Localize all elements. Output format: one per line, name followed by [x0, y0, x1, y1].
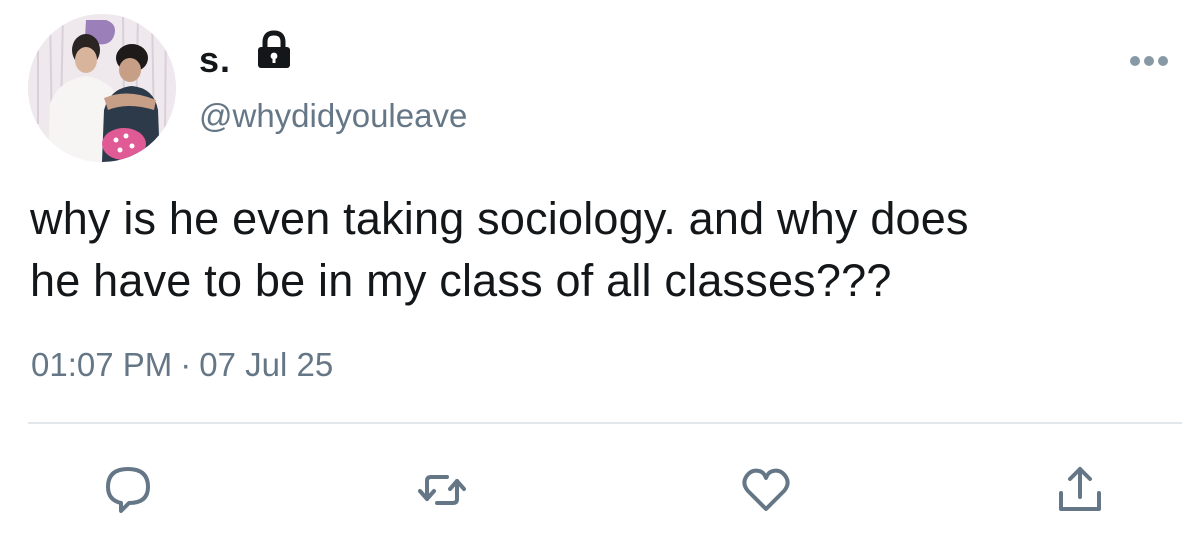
- share-icon: [1059, 467, 1101, 511]
- meta-separator: ·: [180, 346, 192, 383]
- retweet-icon: [418, 475, 466, 505]
- share-button[interactable]: [1050, 460, 1110, 520]
- divider: [28, 422, 1182, 424]
- tweet-card: s. @whydidyouleave why is he even taking…: [0, 0, 1200, 543]
- tweet-timestamp[interactable]: 01:07 PM · 07 Jul 25: [31, 343, 333, 387]
- more-options-icon[interactable]: [1128, 54, 1170, 68]
- lock-icon: [258, 30, 290, 68]
- heart-icon: [742, 468, 790, 511]
- tweet-time: 01:07 PM: [31, 346, 173, 383]
- like-button[interactable]: [736, 460, 796, 520]
- avatar-photo: [28, 14, 176, 162]
- retweet-button[interactable]: [412, 460, 472, 520]
- tweet-date: 07 Jul 25: [199, 346, 334, 383]
- tweet-text: why is he even taking sociology. and why…: [30, 193, 969, 306]
- display-name[interactable]: s.: [199, 38, 231, 82]
- avatar[interactable]: [28, 14, 176, 162]
- user-handle[interactable]: @whydidyouleave: [199, 96, 467, 136]
- reply-icon: [106, 467, 150, 513]
- reply-button[interactable]: [98, 460, 158, 520]
